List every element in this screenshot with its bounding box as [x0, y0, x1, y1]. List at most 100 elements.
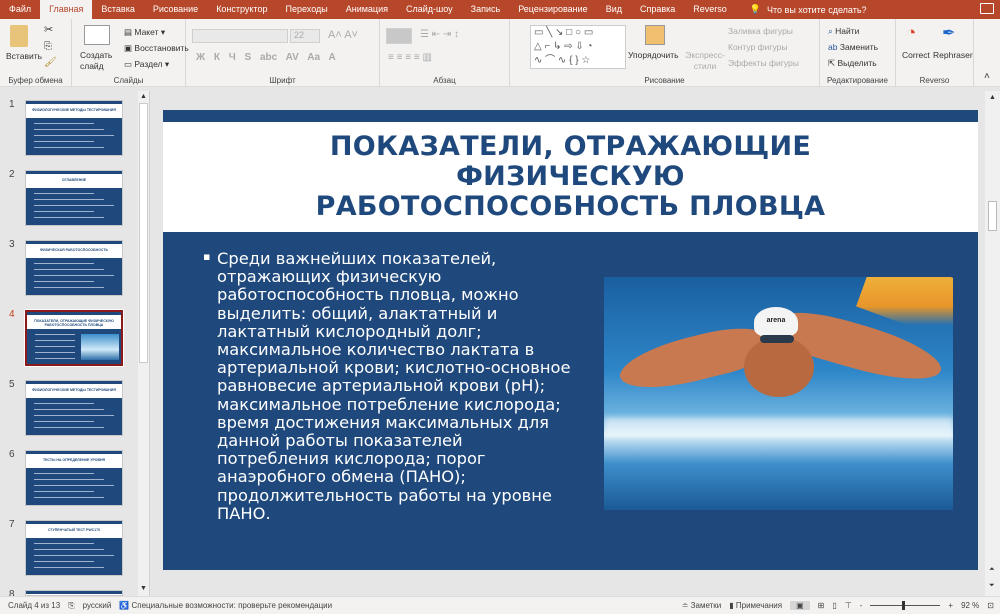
tab-2[interactable]: Вставка [92, 0, 143, 19]
slide-canvas[interactable]: ПОКАЗАТЕЛИ, ОТРАЖАЮЩИЕ ФИЗИЧЕСКУЮ РАБОТО… [163, 110, 978, 570]
slide-title[interactable]: ПОКАЗАТЕЛИ, ОТРАЖАЮЩИЕ ФИЗИЧЕСКУЮ РАБОТО… [163, 122, 978, 232]
tab-12[interactable]: Reverso [684, 0, 736, 19]
zoom-in-button[interactable]: + [948, 601, 953, 610]
normal-view-icon[interactable]: ▣ [790, 601, 810, 610]
thumbnail-text-line [34, 129, 104, 130]
slide-body-text[interactable]: ▪ Среди важнейших показателей, отражающи… [203, 249, 578, 523]
reset-button[interactable]: ▣ Восстановить [124, 43, 189, 54]
group-label: Буфер обмена [8, 76, 63, 85]
thumbnail-text-line [34, 263, 94, 264]
font-format-buttons[interactable]: Ж К Ч S abc AV Aa A [196, 52, 336, 63]
thumbnail-text-line [34, 281, 94, 282]
list-buttons[interactable]: ☰ ⇤ ⇥ ↕ [420, 29, 459, 40]
scroll-thumb[interactable] [139, 103, 148, 363]
thumbnail-number: 8 [9, 589, 15, 596]
scroll-up-icon[interactable]: ▲ [140, 93, 147, 100]
spellcheck-icon[interactable]: ⎘ [68, 601, 74, 611]
quill-icon: ✒ [942, 25, 956, 42]
slide-editor: ПОКАЗАТЕЛИ, ОТРАЖАЮЩИЕ ФИЗИЧЕСКУЮ РАБОТО… [150, 91, 985, 596]
align-buttons[interactable]: ≡ ≡ ≡ ≡ ▥ [388, 52, 432, 63]
thumbnail-text-line [34, 211, 94, 212]
section-button[interactable]: ▭ Раздел ▾ [124, 59, 169, 70]
scroll-down-icon[interactable]: ▼ [140, 585, 147, 592]
comments-button[interactable]: ▮ Примечания [729, 601, 782, 610]
quick-styles-button[interactable]: Экспресс-стили [685, 50, 725, 72]
thumbnail-text-line [35, 358, 75, 359]
thumbnail-text-line [34, 205, 114, 206]
thumbnail-number: 3 [9, 239, 15, 250]
slide-thumbnail[interactable]: ПОКАЗАТЕЛИ, ОТРАЖАЮЩИЕ ФИЗИЧЕСКУЮ РАБОТО… [24, 309, 124, 367]
format-painter-icon[interactable]: 🖌 [44, 57, 57, 68]
slide-thumbnail[interactable]: СТУПЕНЧАТЫЙ ТЕСТ PWC170 [25, 520, 123, 576]
language[interactable]: русский [83, 601, 112, 610]
editor-scrollbar[interactable]: ▲ ⏶ ⏷ [985, 91, 1000, 596]
zoom-out-button[interactable]: - [860, 601, 863, 610]
font-family-select[interactable] [192, 29, 288, 43]
tab-0[interactable]: Файл [0, 0, 40, 19]
accessibility-status[interactable]: ♿ Специальные возможности: проверьте рек… [119, 601, 332, 610]
shape-fill-button[interactable]: Заливка фигуры [728, 26, 793, 36]
thumbnail-text-line [34, 427, 104, 428]
font-size-select[interactable]: 22 [290, 29, 320, 43]
slide-counter: Слайд 4 из 13 [8, 601, 61, 610]
shape-outline-button[interactable]: Контур фигуры [728, 42, 787, 52]
tab-3[interactable]: Рисование [144, 0, 207, 19]
tab-7[interactable]: Слайд-шоу [397, 0, 462, 19]
tell-me-search[interactable]: 💡 Что вы хотите сделать? [750, 4, 867, 15]
thumbnail-scrollbar[interactable]: ▲ ▼ [138, 91, 149, 596]
group-label: Рисование [644, 76, 685, 85]
fit-slide-icon[interactable]: ⊡ [987, 601, 994, 610]
lightbulb-icon: 💡 [749, 4, 762, 14]
grow-font-button[interactable]: A˄ A˅ [328, 29, 358, 41]
tab-6[interactable]: Анимация [337, 0, 397, 19]
scroll-thumb[interactable] [988, 201, 997, 231]
next-slide-icon[interactable]: ⏷ [989, 582, 995, 590]
thumbnail-text-line [34, 543, 94, 544]
arrange-button[interactable]: Упорядочить [628, 50, 679, 60]
slide-sorter-icon[interactable]: ⊞ [818, 601, 825, 610]
scroll-up-icon[interactable]: ▲ [989, 94, 996, 101]
replace-button[interactable]: ab Заменить [828, 42, 878, 52]
slide-thumbnail[interactable]: ОГЛАВЛЕНИЕ [25, 170, 123, 226]
prev-slide-icon[interactable]: ⏶ [989, 566, 995, 574]
tab-4[interactable]: Конструктор [207, 0, 276, 19]
thumbnail-title: ФИЗИОЛОГИЧЕСКИЕ МЕТОДЫ ТЕСТИРОВАНИЯ [26, 104, 122, 118]
shape-effects-button[interactable]: Эффекты фигуры [728, 58, 799, 68]
new-slide-button[interactable]: Создать слайд [80, 50, 116, 72]
find-button[interactable]: ⌕ Найти [828, 26, 859, 37]
bullets-button[interactable] [386, 28, 412, 44]
reading-view-icon[interactable]: ▯ [832, 601, 836, 610]
tab-8[interactable]: Запись [462, 0, 510, 19]
slideshow-icon[interactable]: ⊤ [845, 601, 852, 610]
select-button[interactable]: ⇱ Выделить [828, 58, 877, 69]
slide-thumbnail[interactable]: ФИЗИОЛОГИЧЕСКИЕ МЕТОДЫ ТЕСТИРОВАНИЯ [25, 380, 123, 436]
zoom-slider[interactable] [870, 601, 941, 610]
shapes-gallery[interactable]: ▭ ╲ ↘ □ ○ ▭ △ ⌐ ↳ ⇨ ⇩ ◔ ∿ ⌒ ∿ { } ☆ [530, 25, 626, 69]
copy-icon[interactable]: ⎘ [44, 41, 52, 52]
tab-9[interactable]: Рецензирование [509, 0, 597, 19]
collapse-ribbon-icon[interactable]: ˄ [984, 71, 990, 82]
correct-button[interactable]: Correct [902, 50, 930, 60]
tab-5[interactable]: Переходы [277, 0, 337, 19]
tab-1[interactable]: Главная [40, 0, 93, 19]
comments-icon[interactable] [980, 3, 994, 14]
slide-thumbnail[interactable]: ФИЗИЧЕСКАЯ РАБОТОСПОСОБНОСТЬ [25, 240, 123, 296]
notes-button[interactable]: ≐ Заметки [682, 601, 722, 610]
slide-thumbnail[interactable]: ТЕСТЫ НА ОПРЕДЕЛЕНИЕ УРОВНЯ [25, 450, 123, 506]
cut-icon[interactable]: ✂ [44, 23, 53, 36]
layout-button[interactable]: ▤ Макет ▾ [124, 27, 165, 38]
thumbnail-text-line [34, 217, 104, 218]
swimmer-photo[interactable]: arena [604, 277, 953, 510]
thumbnail-text-line [35, 352, 75, 353]
tab-10[interactable]: Вид [597, 0, 631, 19]
slide-thumbnail[interactable]: ФИЗИОЛОГИЧЕСКИЕ МЕТОДЫ ТЕСТИРОВАНИЯ [25, 100, 123, 156]
rephraser-button[interactable]: Rephraser [933, 50, 973, 60]
slide-thumbnail-panel: 1 ФИЗИОЛОГИЧЕСКИЕ МЕТОДЫ ТЕСТИРОВАНИЯ 2 ОГЛ… [0, 91, 150, 596]
thumbnail-text-line [35, 334, 75, 335]
zoom-slider-thumb[interactable] [902, 601, 906, 610]
thumbnail-number: 5 [9, 379, 15, 390]
thumbnail-title: ОГЛАВЛЕНИЕ [26, 174, 122, 188]
zoom-level[interactable]: 92 % [961, 601, 979, 610]
tab-11[interactable]: Справка [631, 0, 684, 19]
paste-button[interactable]: Вставить [6, 51, 42, 61]
